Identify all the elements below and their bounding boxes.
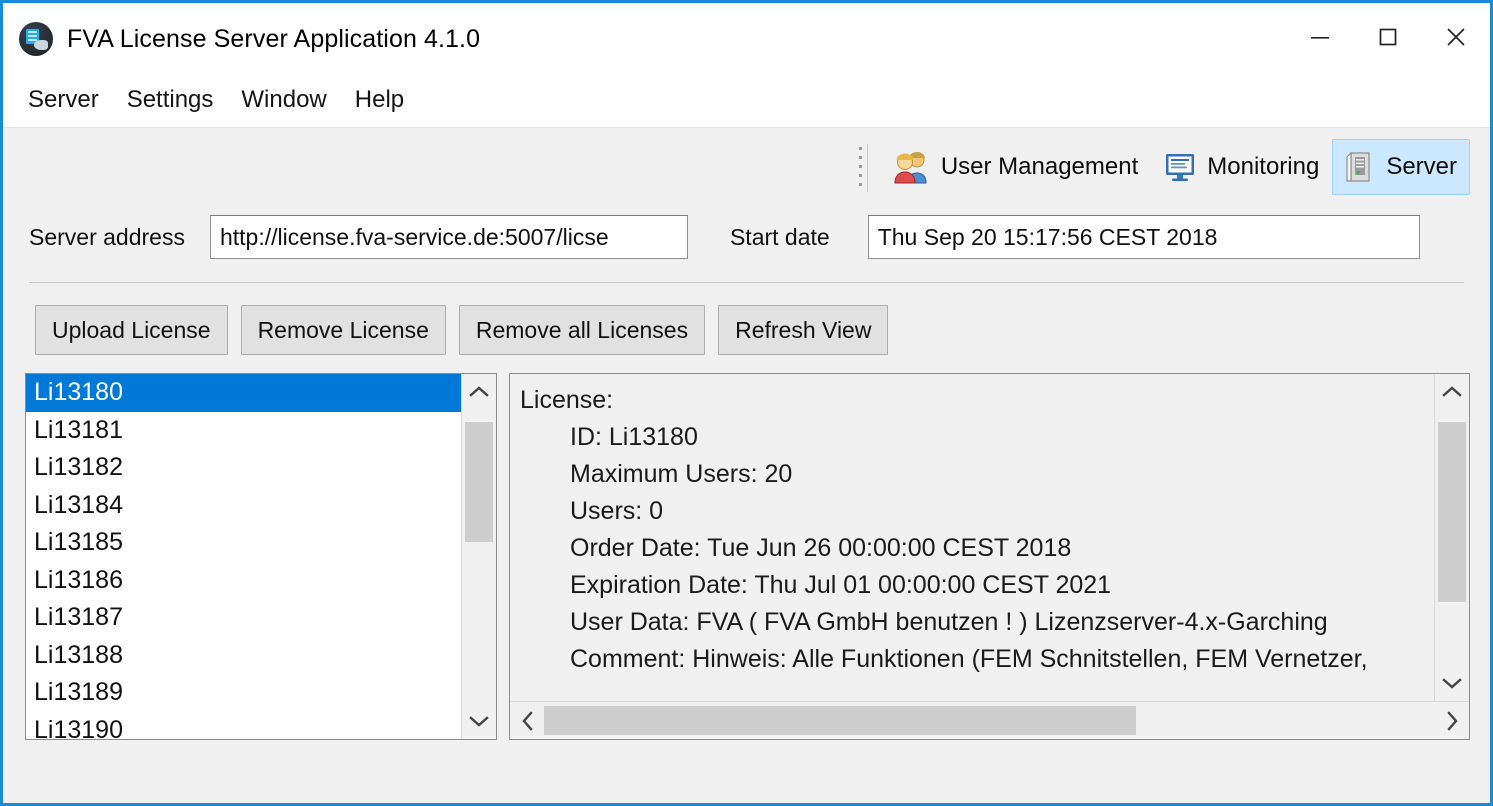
chevron-down-icon [1442,677,1462,690]
menu-item-settings[interactable]: Settings [116,83,231,119]
license-detail-body: License: ID: Li13180 Maximum Users: 20 U… [510,374,1469,701]
toolbar-label-user-management: User Management [941,153,1138,181]
toolbar-button-user-management[interactable]: User Management [881,139,1151,195]
scroll-thumb[interactable] [465,422,493,542]
scroll-thumb[interactable] [544,706,1136,735]
license-panels: Li13180 Li13181 Li13182 Li13184 Li13185 … [3,355,1490,740]
maximize-button[interactable] [1354,3,1422,71]
scroll-left-button[interactable] [510,702,544,739]
chevron-up-icon [469,385,489,398]
main-content: User Management Monitoring [3,127,1490,803]
menu-bar: Server Settings Window Help [3,75,1490,127]
toolbar-label-server: Server [1386,153,1457,181]
title-bar: FVA License Server Application 4.1.0 [3,3,1490,75]
detail-line-comment: Comment: Hinweis: Alle Funktionen (FEM S… [520,641,1434,678]
users-icon [894,150,930,184]
detail-line-user-data: User Data: FVA ( FVA GmbH benutzen ! ) L… [520,604,1434,641]
menu-item-server[interactable]: Server [17,83,116,119]
scroll-up-button[interactable] [1435,374,1469,409]
detail-line-id: ID: Li13180 [520,419,1434,456]
toolbar-button-server[interactable]: Server [1332,139,1470,195]
close-icon [1441,22,1471,52]
toolbar: User Management Monitoring [3,128,1490,206]
chevron-up-icon [1442,385,1462,398]
refresh-view-button[interactable]: Refresh View [718,305,888,355]
list-item[interactable]: Li13188 [26,637,461,675]
menu-item-help[interactable]: Help [344,83,421,119]
list-item[interactable]: Li13185 [26,524,461,562]
server-address-label: Server address [29,224,185,251]
chevron-left-icon [521,711,534,731]
list-item[interactable]: Li13187 [26,599,461,637]
application-window: FVA License Server Application 4.1.0 Ser… [0,0,1493,806]
server-address-input[interactable]: http://license.fva-service.de:5007/licse [210,215,688,259]
license-detail-text[interactable]: License: ID: Li13180 Maximum Users: 20 U… [510,374,1434,701]
app-license-icon [19,22,53,56]
scroll-up-button[interactable] [462,374,496,409]
list-item[interactable]: Li13182 [26,449,461,487]
server-address-row: Server address http://license.fva-servic… [3,206,1490,268]
minimize-button[interactable] [1286,3,1354,71]
license-detail-vscrollbar[interactable] [1434,374,1469,701]
license-list-panel: Li13180 Li13181 Li13182 Li13184 Li13185 … [25,373,497,740]
remove-license-button[interactable]: Remove License [241,305,446,355]
detail-line-order-date: Order Date: Tue Jun 26 00:00:00 CEST 201… [520,530,1434,567]
chevron-down-icon [469,715,489,728]
scroll-down-button[interactable] [462,704,496,739]
license-action-buttons: Upload License Remove License Remove all… [3,283,1490,355]
remove-all-licenses-button[interactable]: Remove all Licenses [459,305,705,355]
window-title: FVA License Server Application 4.1.0 [67,25,480,54]
detail-header: License: [520,382,1434,419]
window-controls [1286,3,1490,71]
license-list[interactable]: Li13180 Li13181 Li13182 Li13184 Li13185 … [26,374,461,739]
list-item[interactable]: Li13190 [26,712,461,740]
server-rack-icon [1345,151,1375,183]
list-item[interactable]: Li13189 [26,674,461,712]
list-item[interactable]: Li13180 [26,374,461,412]
list-item[interactable]: Li13181 [26,412,461,450]
scroll-down-button[interactable] [1435,666,1469,701]
maximize-icon [1375,24,1401,50]
detail-line-expiration-date: Expiration Date: Thu Jul 01 00:00:00 CES… [520,567,1434,604]
close-button[interactable] [1422,3,1490,71]
scroll-right-button[interactable] [1435,702,1469,739]
toolbar-label-monitoring: Monitoring [1207,153,1319,181]
upload-license-button[interactable]: Upload License [35,305,228,355]
start-date-label: Start date [730,224,830,251]
scroll-thumb[interactable] [1438,422,1466,602]
license-list-scrollbar[interactable] [461,374,496,739]
detail-line-maximum-users: Maximum Users: 20 [520,456,1434,493]
monitor-icon [1164,151,1196,183]
license-detail-hscrollbar[interactable] [510,701,1469,739]
detail-line-users: Users: 0 [520,493,1434,530]
start-date-input[interactable]: Thu Sep 20 15:17:56 CEST 2018 [868,215,1420,259]
license-detail-panel: License: ID: Li13180 Maximum Users: 20 U… [509,373,1470,740]
list-item[interactable]: Li13186 [26,562,461,600]
drag-handle-icon[interactable] [857,139,871,195]
menu-item-window[interactable]: Window [230,83,343,119]
chevron-right-icon [1446,711,1459,731]
minimize-icon [1307,24,1333,50]
list-item[interactable]: Li13184 [26,487,461,525]
toolbar-button-monitoring[interactable]: Monitoring [1151,139,1332,195]
